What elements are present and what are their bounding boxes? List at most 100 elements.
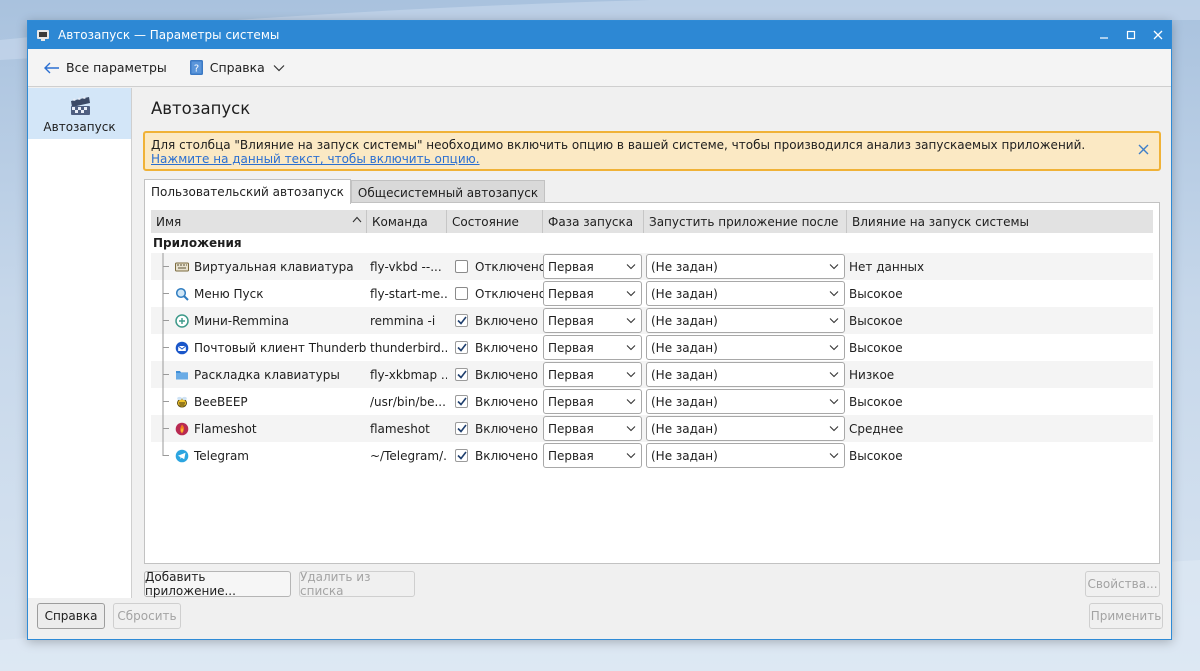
properties-button[interactable]: Свойства... bbox=[1085, 571, 1160, 597]
chevron-down-icon bbox=[829, 291, 839, 297]
run-after-value: (Не задан) bbox=[651, 448, 718, 463]
row-state: Включено bbox=[475, 367, 538, 382]
tab-system-autostart[interactable]: Общесистемный автозапуск bbox=[350, 180, 546, 204]
phase-select[interactable]: Первая bbox=[543, 281, 642, 306]
help-menu-button[interactable]: ? Справка bbox=[183, 53, 291, 83]
phase-select[interactable]: Первая bbox=[543, 308, 642, 333]
beebeep-icon bbox=[177, 396, 187, 407]
row-name: Почтовый клиент Thunderbird bbox=[194, 340, 367, 355]
row-state: Включено bbox=[475, 340, 538, 355]
enable-checkbox[interactable] bbox=[455, 449, 468, 462]
enable-checkbox[interactable] bbox=[455, 287, 468, 300]
row-name: Мини-Remmina bbox=[194, 313, 289, 328]
table-row[interactable]: Мини-Remmina remmina -i Включено Первая … bbox=[151, 307, 1153, 334]
thunderbird-icon bbox=[175, 341, 189, 354]
column-header-phase[interactable]: Фаза запуска bbox=[543, 210, 644, 233]
phase-value: Первая bbox=[548, 421, 594, 436]
flameshot-icon bbox=[175, 422, 189, 435]
chevron-down-icon bbox=[626, 426, 636, 432]
row-impact: Среднее bbox=[849, 421, 904, 436]
group-header-applications[interactable]: Приложения bbox=[153, 236, 242, 250]
table-row[interactable]: BeeBEEP /usr/bin/be... Включено Первая (… bbox=[151, 388, 1153, 415]
table-row[interactable]: Виртуальная клавиатура fly-vkbd --... От… bbox=[151, 253, 1153, 280]
apply-button[interactable]: Применить bbox=[1089, 603, 1163, 629]
title-bar[interactable]: Автозапуск — Параметры системы bbox=[28, 21, 1171, 49]
phase-select[interactable]: Первая bbox=[543, 443, 642, 468]
row-impact: Высокое bbox=[849, 448, 903, 463]
column-header-command[interactable]: Команда bbox=[367, 210, 447, 233]
table-row[interactable]: Почтовый клиент Thunderbird thunderbird.… bbox=[151, 334, 1153, 361]
row-name: Раскладка клавиатуры bbox=[194, 367, 340, 382]
chevron-down-icon bbox=[626, 399, 636, 405]
row-command: remmina -i bbox=[370, 313, 436, 328]
run-after-select[interactable]: (Не задан) bbox=[646, 362, 845, 387]
banner-enable-link[interactable]: Нажмите на данный текст, чтобы включить … bbox=[151, 152, 480, 166]
column-header-after[interactable]: Запустить приложение после bbox=[644, 210, 847, 233]
help-button[interactable]: Справка bbox=[37, 603, 105, 629]
row-command: fly-xkbmap ... bbox=[370, 367, 447, 382]
column-header-state[interactable]: Состояние bbox=[447, 210, 543, 233]
phase-select[interactable]: Первая bbox=[543, 389, 642, 414]
chevron-down-icon bbox=[829, 318, 839, 324]
run-after-select[interactable]: (Не задан) bbox=[646, 389, 845, 414]
run-after-select[interactable]: (Не задан) bbox=[646, 308, 845, 333]
enable-checkbox[interactable] bbox=[455, 260, 468, 273]
chevron-down-icon bbox=[626, 291, 636, 297]
run-after-select[interactable]: (Не задан) bbox=[646, 416, 845, 441]
reset-button[interactable]: Сбросить bbox=[113, 603, 181, 629]
phase-select[interactable]: Первая bbox=[543, 416, 642, 441]
chevron-down-icon bbox=[829, 453, 839, 459]
enable-checkbox[interactable] bbox=[455, 314, 468, 327]
run-after-select[interactable]: (Не задан) bbox=[646, 335, 845, 360]
tree-branch bbox=[162, 334, 169, 361]
enable-checkbox[interactable] bbox=[455, 368, 468, 381]
sort-ascending-icon bbox=[352, 216, 362, 223]
back-button[interactable]: Все параметры bbox=[38, 53, 173, 83]
enable-checkbox[interactable] bbox=[455, 341, 468, 354]
chevron-down-icon bbox=[626, 264, 636, 270]
maximize-icon[interactable] bbox=[1117, 21, 1144, 49]
phase-select[interactable]: Первая bbox=[543, 335, 642, 360]
column-header-name[interactable]: Имя bbox=[151, 210, 367, 233]
chevron-down-icon bbox=[626, 453, 636, 459]
column-header-impact[interactable]: Влияние на запуск системы bbox=[847, 210, 1153, 233]
run-after-select[interactable]: (Не задан) bbox=[646, 443, 845, 468]
checkmark-icon bbox=[456, 370, 467, 379]
sidebar-item-autostart[interactable]: Автозапуск bbox=[28, 88, 131, 139]
table-row[interactable]: Раскладка клавиатуры fly-xkbmap ... Вклю… bbox=[151, 361, 1153, 388]
enable-checkbox[interactable] bbox=[455, 422, 468, 435]
run-after-select[interactable]: (Не задан) bbox=[646, 254, 845, 279]
row-name: BeeBEEP bbox=[194, 394, 248, 409]
checkmark-icon bbox=[456, 451, 467, 460]
tree-branch bbox=[162, 388, 169, 415]
chevron-down-icon bbox=[829, 264, 839, 270]
row-command: fly-vkbd --... bbox=[370, 259, 442, 274]
tree-branch bbox=[162, 307, 169, 334]
app-icon bbox=[37, 30, 49, 41]
chevron-down-icon bbox=[829, 399, 839, 405]
row-name: Telegram bbox=[194, 448, 249, 463]
chevron-down-icon bbox=[829, 372, 839, 378]
row-command: ~/Telegram/... bbox=[370, 448, 447, 463]
minimize-icon[interactable] bbox=[1090, 21, 1117, 49]
run-after-select[interactable]: (Не задан) bbox=[646, 281, 845, 306]
autostart-table-panel: Имя Команда Состояние Фаза запуска Запус… bbox=[144, 202, 1160, 564]
tab-user-autostart[interactable]: Пользовательский автозапуск bbox=[144, 179, 351, 204]
chevron-down-icon bbox=[626, 372, 636, 378]
toolbar: Все параметры ? Справка bbox=[28, 49, 1171, 87]
enable-checkbox[interactable] bbox=[455, 395, 468, 408]
table-row[interactable]: Меню Пуск fly-start-me... Отключено Перв… bbox=[151, 280, 1153, 307]
banner-close-icon[interactable] bbox=[1138, 144, 1149, 155]
table-row[interactable]: Telegram ~/Telegram/... Включено Первая … bbox=[151, 442, 1153, 469]
svg-text:?: ? bbox=[194, 64, 199, 75]
row-command: thunderbird... bbox=[370, 340, 447, 355]
phase-value: Первая bbox=[548, 367, 594, 382]
row-impact: Низкое bbox=[849, 367, 895, 382]
remove-from-list-button[interactable]: Удалить из списка bbox=[299, 570, 415, 598]
phase-select[interactable]: Первая bbox=[543, 362, 642, 387]
add-application-button[interactable]: Добавить приложение... bbox=[144, 570, 291, 598]
row-impact: Высокое bbox=[849, 313, 903, 328]
table-row[interactable]: Flameshot flameshot Включено Первая (Не … bbox=[151, 415, 1153, 442]
close-icon[interactable] bbox=[1144, 21, 1171, 49]
phase-select[interactable]: Первая bbox=[543, 254, 642, 279]
